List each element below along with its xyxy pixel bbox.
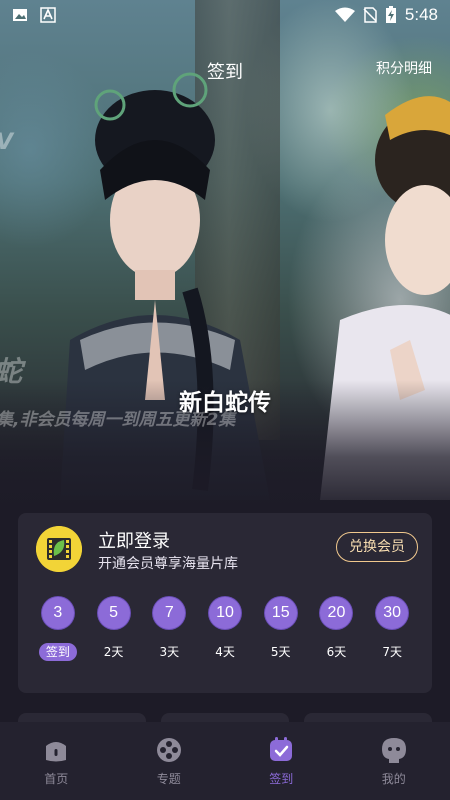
checkin-day[interactable]: 3 签到 <box>30 597 86 661</box>
no-sim-icon <box>363 7 377 23</box>
checkin-day: 7 3天 <box>141 597 197 661</box>
wifi-icon <box>334 7 355 22</box>
app-logo-icon <box>36 526 82 572</box>
login-subtitle: 开通会员尊享海量片库 <box>98 556 238 572</box>
day-label: 2天 <box>103 645 124 659</box>
nav-label: 签到 <box>269 772 294 786</box>
day-points: 15 <box>264 597 297 629</box>
font-notification-icon <box>40 7 56 23</box>
home-icon <box>46 742 67 762</box>
checkin-icon <box>270 737 293 761</box>
status-time: 5:48 <box>404 5 438 24</box>
day-label: 5天 <box>270 645 291 659</box>
checkin-day: 20 6天 <box>309 597 365 661</box>
nav-checkin[interactable]: 签到 <box>225 722 338 800</box>
checkin-days: 3 签到 5 2天 7 3天 10 4天 15 5天 20 6天 30 7天 <box>30 597 420 661</box>
checkin-button[interactable]: 签到 <box>38 643 77 661</box>
day-points: 20 <box>320 597 353 629</box>
bottom-nav: 首页 专题 签到 我的 <box>0 722 450 800</box>
nav-label: 专题 <box>156 772 181 786</box>
status-bar: 5:48 <box>0 0 450 32</box>
signin-card: 立即登录 开通会员尊享海量片库 兑换会员 3 签到 5 2天 7 3天 10 4… <box>18 513 432 693</box>
film-reel-icon <box>156 738 181 762</box>
hero-caption: 新白蛇传 <box>179 390 271 416</box>
login-title[interactable]: 立即登录 <box>98 527 170 553</box>
nav-label: 首页 <box>44 772 69 786</box>
nav-profile[interactable]: 我的 <box>338 722 450 800</box>
day-label: 6天 <box>326 645 347 659</box>
day-label: 4天 <box>215 645 235 659</box>
checkin-day: 30 7天 <box>364 597 420 661</box>
day-points: 5 <box>97 597 130 629</box>
checkin-day: 5 2天 <box>86 597 142 661</box>
nav-home[interactable]: 首页 <box>0 722 113 800</box>
points-detail-link[interactable]: 积分明细 <box>376 58 432 78</box>
day-points: 10 <box>209 597 242 629</box>
day-label: 7天 <box>382 645 402 659</box>
checkin-day: 15 5天 <box>253 597 309 661</box>
nav-label: 我的 <box>381 772 406 786</box>
day-label: 3天 <box>159 645 180 659</box>
day-points: 3 <box>41 597 74 629</box>
avatar[interactable] <box>36 526 82 572</box>
checkin-day: 10 4天 <box>197 597 253 661</box>
profile-icon <box>381 738 406 763</box>
day-points: 30 <box>376 597 409 629</box>
hero-overlay-letter: V <box>0 130 13 155</box>
redeem-membership-button[interactable]: 兑换会员 <box>336 532 418 562</box>
battery-charging-icon <box>385 6 396 23</box>
image-notification-icon <box>13 9 27 21</box>
day-points: 7 <box>153 597 186 629</box>
nav-topics[interactable]: 专题 <box>113 722 226 800</box>
